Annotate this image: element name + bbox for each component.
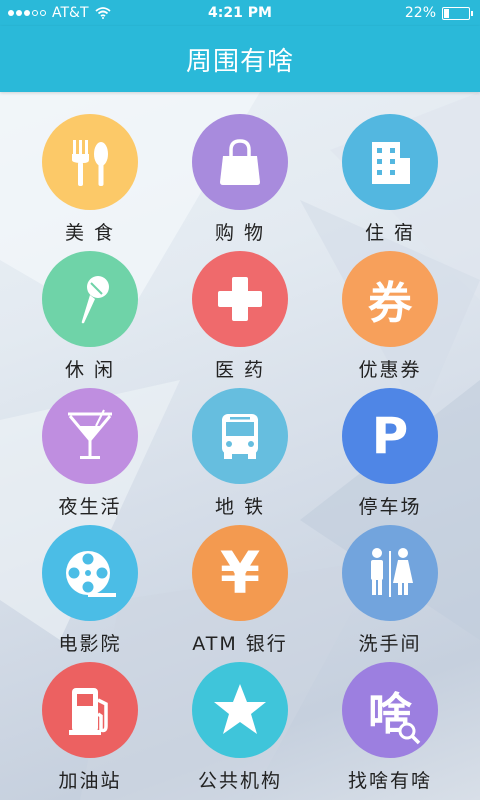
medical-cross-icon-graphic bbox=[210, 269, 270, 329]
fork-spoon-icon-graphic bbox=[60, 132, 120, 192]
restroom-icon bbox=[342, 525, 438, 621]
category-item[interactable]: 地 铁 bbox=[165, 371, 315, 518]
category-item[interactable]: 购 物 bbox=[165, 97, 315, 244]
icon-glyph: P bbox=[371, 407, 409, 465]
cocktail-glass-icon bbox=[42, 388, 138, 484]
yen-icon: ¥ bbox=[192, 525, 288, 621]
category-item[interactable]: 住 宿 bbox=[315, 97, 465, 244]
icon-glyph: 券 bbox=[368, 278, 412, 329]
page-title: 周围有啥 bbox=[185, 46, 294, 77]
status-bar: AT&T 4:21 PM 22% bbox=[0, 0, 480, 26]
category-item[interactable]: 电影院 bbox=[15, 508, 165, 655]
bus-icon bbox=[192, 388, 288, 484]
category-item[interactable]: 券优惠券 bbox=[315, 234, 465, 381]
cocktail-glass-icon-graphic bbox=[60, 406, 120, 466]
category-item[interactable]: 洗手间 bbox=[315, 508, 465, 655]
icon-glyph: ¥ bbox=[219, 539, 261, 607]
battery-percent: 22% bbox=[404, 5, 436, 21]
category-item[interactable]: 加油站 bbox=[15, 645, 165, 792]
battery-fill bbox=[444, 8, 449, 18]
nav-bar: 周围有啥 bbox=[0, 26, 480, 92]
star-icon bbox=[192, 662, 288, 758]
icon-glyph: 啥 bbox=[368, 678, 421, 745]
parking-icon: P bbox=[342, 388, 438, 484]
shopping-bag-icon bbox=[192, 114, 288, 210]
category-item[interactable]: ¥ ATM 银行 bbox=[165, 508, 315, 655]
category-item[interactable]: 美 食 bbox=[15, 97, 165, 244]
status-right: 22% bbox=[404, 5, 473, 21]
restroom-icon-graphic bbox=[360, 543, 420, 603]
microphone-icon-graphic bbox=[60, 269, 120, 329]
search-glyph-icon: 啥 bbox=[342, 662, 438, 758]
category-label: 加油站 bbox=[58, 770, 122, 792]
category-item[interactable]: 医 药 bbox=[165, 234, 315, 381]
microphone-icon bbox=[42, 251, 138, 347]
magnifier-icon bbox=[398, 722, 421, 745]
fuel-pump-icon-graphic bbox=[60, 680, 120, 740]
coupon-icon: 券 bbox=[342, 251, 438, 347]
medical-cross-icon bbox=[192, 251, 288, 347]
building-icon-graphic bbox=[360, 132, 420, 192]
bus-icon-graphic bbox=[210, 406, 270, 466]
category-label: 找啥有啥 bbox=[347, 770, 432, 792]
fuel-pump-icon bbox=[42, 662, 138, 758]
star-icon-graphic bbox=[208, 678, 272, 742]
category-item[interactable]: 休 闲 bbox=[15, 234, 165, 381]
building-icon bbox=[342, 114, 438, 210]
category-item[interactable]: P 停车场 bbox=[315, 371, 465, 518]
battery-icon bbox=[442, 6, 473, 20]
film-reel-icon bbox=[42, 525, 138, 621]
category-item[interactable]: 夜生活 bbox=[15, 371, 165, 518]
category-label: 公共机构 bbox=[197, 770, 282, 792]
shopping-bag-icon-graphic bbox=[210, 132, 270, 192]
category-item[interactable]: 公共机构 bbox=[165, 645, 315, 792]
category-item[interactable]: 啥找啥有啥 bbox=[315, 645, 465, 792]
fork-spoon-icon bbox=[42, 114, 138, 210]
category-grid: 美 食 购 物 住 宿 休 闲 医 药券优惠券 夜生活 地 铁 P 停车场 电影院 ¥… bbox=[0, 92, 480, 800]
film-reel-icon-graphic bbox=[58, 543, 122, 603]
